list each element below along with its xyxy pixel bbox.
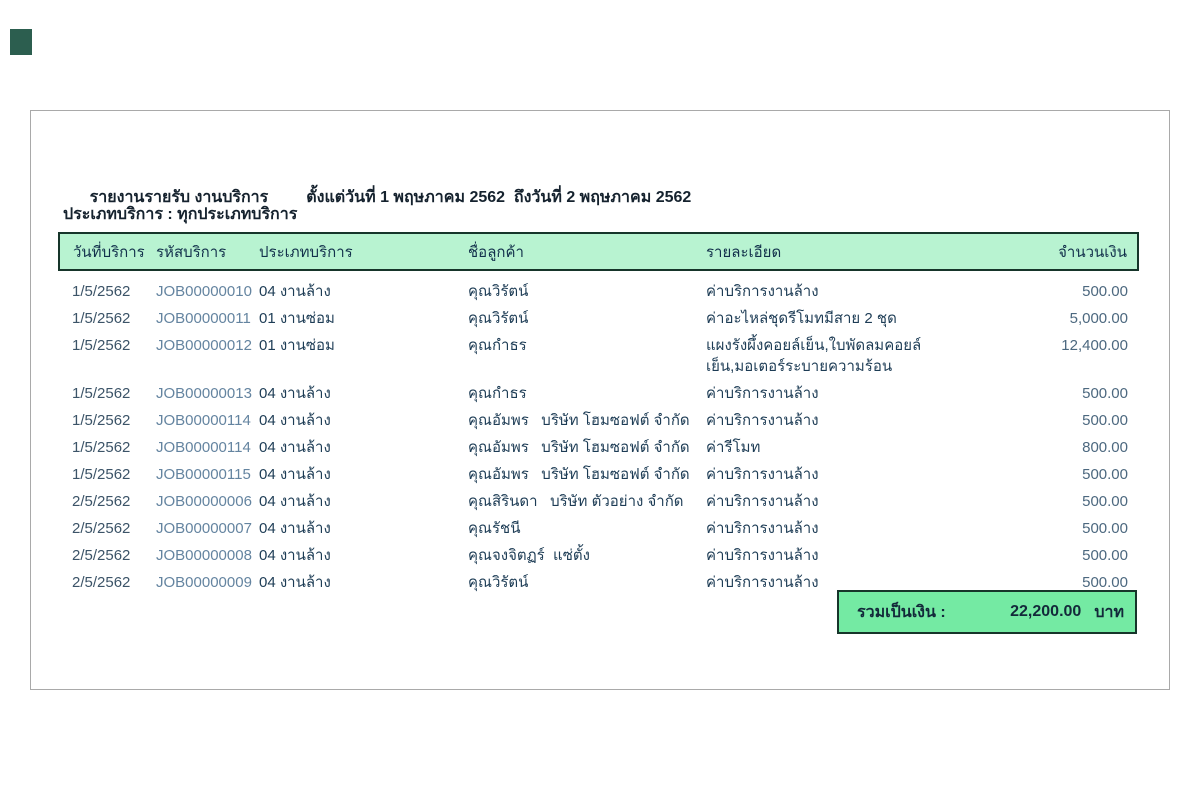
report-viewer: รายงานรายรับ งานบริการตั้งแต่วันที่ 1 พฤ… <box>0 0 1200 800</box>
cell-amount: 500.00 <box>968 379 1138 406</box>
report-table: วันที่บริการ รหัสบริการ ประเภทบริการ ชื่… <box>58 232 1139 595</box>
header-detail: รายละเอียด <box>706 233 968 270</box>
cell-detail: ค่ารีโมท <box>706 433 968 460</box>
table-row: 2/5/2562JOB0000000804 งานล้างคุณจงจิตฏร์… <box>59 541 1138 568</box>
cell-date: 2/5/2562 <box>59 541 156 568</box>
cell-type: 04 งานล้าง <box>259 568 468 595</box>
cell-type: 04 งานล้าง <box>259 514 468 541</box>
cell-type: 04 งานล้าง <box>259 487 468 514</box>
cell-code: JOB00000010 <box>156 270 259 304</box>
cell-detail: ค่าอะไหล่ชุดรีโมทมีสาย 2 ชุด <box>706 304 968 331</box>
table-row: 2/5/2562JOB0000000704 งานล้างคุณรัชนีค่า… <box>59 514 1138 541</box>
cell-amount: 500.00 <box>968 460 1138 487</box>
cell-type: 04 งานล้าง <box>259 406 468 433</box>
cell-code: JOB00000114 <box>156 433 259 460</box>
report-service-type-line: ประเภทบริการ : ทุกประเภทบริการ <box>63 202 297 227</box>
cell-code: JOB00000006 <box>156 487 259 514</box>
cell-code: JOB00000013 <box>156 379 259 406</box>
cell-type: 04 งานล้าง <box>259 433 468 460</box>
cell-customer: คุณรัชนี <box>468 514 706 541</box>
cell-code: JOB00000011 <box>156 304 259 331</box>
summary-total-amount: 22,200.00 <box>1010 603 1081 621</box>
cell-date: 1/5/2562 <box>59 460 156 487</box>
cell-detail: ค่าบริการงานล้าง <box>706 379 968 406</box>
cell-customer: คุณสิรินดา บริษัท ตัวอย่าง จำกัด <box>468 487 706 514</box>
cell-detail: แผงรังผึ้งคอยล์เย็น,ใบพัดลมคอยล์เย็น,มอเ… <box>706 331 968 379</box>
report-date-range: ตั้งแต่วันที่ 1 พฤษภาคม 2562 ถึงวันที่ 2… <box>306 189 691 206</box>
table-row: 1/5/2562JOB0000011504 งานล้างคุณอัมพร บร… <box>59 460 1138 487</box>
cell-amount: 500.00 <box>968 487 1138 514</box>
cell-type: 04 งานล้าง <box>259 460 468 487</box>
header-service-date: วันที่บริการ <box>59 233 156 270</box>
cell-date: 1/5/2562 <box>59 270 156 304</box>
cell-date: 1/5/2562 <box>59 406 156 433</box>
cell-type: 04 งานล้าง <box>259 270 468 304</box>
summary-box: รวมเป็นเงิน : 22,200.00 บาท <box>837 590 1137 634</box>
cell-customer: คุณวิรัตน์ <box>468 304 706 331</box>
cell-amount: 12,400.00 <box>968 331 1138 379</box>
table-row: 1/5/2562JOB0000001101 งานซ่อมคุณวิรัตน์ค… <box>59 304 1138 331</box>
cell-customer: คุณวิรัตน์ <box>468 270 706 304</box>
cell-detail: ค่าบริการงานล้าง <box>706 460 968 487</box>
cell-date: 1/5/2562 <box>59 304 156 331</box>
table-row: 1/5/2562JOB0000001004 งานล้างคุณวิรัตน์ค… <box>59 270 1138 304</box>
cell-customer: คุณจงจิตฏร์ แซ่ตั้ง <box>468 541 706 568</box>
cell-customer: คุณอัมพร บริษัท โฮมซอฟต์ จำกัด <box>468 460 706 487</box>
cell-date: 1/5/2562 <box>59 331 156 379</box>
cell-detail: ค่าบริการงานล้าง <box>706 514 968 541</box>
cell-code: JOB00000114 <box>156 406 259 433</box>
cell-customer: คุณอัมพร บริษัท โฮมซอฟต์ จำกัด <box>468 433 706 460</box>
cell-customer: คุณกำธร <box>468 331 706 379</box>
header-customer-name: ชื่อลูกค้า <box>468 233 706 270</box>
cell-type: 01 งานซ่อม <box>259 331 468 379</box>
cell-type: 01 งานซ่อม <box>259 304 468 331</box>
cell-detail: ค่าบริการงานล้าง <box>706 541 968 568</box>
summary-label: รวมเป็นเงิน : <box>839 600 946 625</box>
cell-amount: 500.00 <box>968 514 1138 541</box>
cell-detail: ค่าบริการงานล้าง <box>706 487 968 514</box>
table-row: 1/5/2562JOB0000011404 งานล้างคุณอัมพร บร… <box>59 433 1138 460</box>
cell-amount: 500.00 <box>968 406 1138 433</box>
cell-amount: 5,000.00 <box>968 304 1138 331</box>
cell-type: 04 งานล้าง <box>259 541 468 568</box>
cell-detail: ค่าบริการงานล้าง <box>706 406 968 433</box>
table-row: 1/5/2562JOB0000011404 งานล้างคุณอัมพร บร… <box>59 406 1138 433</box>
cell-code: JOB00000008 <box>156 541 259 568</box>
header-amount: จำนวนเงิน <box>968 233 1138 270</box>
report-table-body: 1/5/2562JOB0000001004 งานล้างคุณวิรัตน์ค… <box>59 270 1138 595</box>
summary-currency: บาท <box>1094 600 1135 625</box>
table-row: 1/5/2562JOB0000001304 งานล้างคุณกำธรค่าบ… <box>59 379 1138 406</box>
cell-date: 1/5/2562 <box>59 433 156 460</box>
table-row: 1/5/2562JOB0000001201 งานซ่อมคุณกำธรแผงร… <box>59 331 1138 379</box>
cell-code: JOB00000012 <box>156 331 259 379</box>
cell-date: 2/5/2562 <box>59 514 156 541</box>
report-page: รายงานรายรับ งานบริการตั้งแต่วันที่ 1 พฤ… <box>30 110 1170 690</box>
header-row: วันที่บริการ รหัสบริการ ประเภทบริการ ชื่… <box>59 233 1138 270</box>
corner-marker <box>10 29 32 55</box>
cell-code: JOB00000007 <box>156 514 259 541</box>
cell-date: 2/5/2562 <box>59 568 156 595</box>
cell-detail: ค่าบริการงานล้าง <box>706 270 968 304</box>
cell-amount: 500.00 <box>968 541 1138 568</box>
cell-customer: คุณอัมพร บริษัท โฮมซอฟต์ จำกัด <box>468 406 706 433</box>
cell-date: 2/5/2562 <box>59 487 156 514</box>
header-service-type: ประเภทบริการ <box>259 233 468 270</box>
cell-type: 04 งานล้าง <box>259 379 468 406</box>
report-table-header: วันที่บริการ รหัสบริการ ประเภทบริการ ชื่… <box>59 233 1138 270</box>
cell-customer: คุณวิรัตน์ <box>468 568 706 595</box>
table-row: 2/5/2562JOB0000000604 งานล้างคุณสิรินดา … <box>59 487 1138 514</box>
cell-amount: 500.00 <box>968 270 1138 304</box>
cell-amount: 800.00 <box>968 433 1138 460</box>
cell-code: JOB00000009 <box>156 568 259 595</box>
cell-code: JOB00000115 <box>156 460 259 487</box>
header-service-code: รหัสบริการ <box>156 233 259 270</box>
cell-customer: คุณกำธร <box>468 379 706 406</box>
cell-date: 1/5/2562 <box>59 379 156 406</box>
